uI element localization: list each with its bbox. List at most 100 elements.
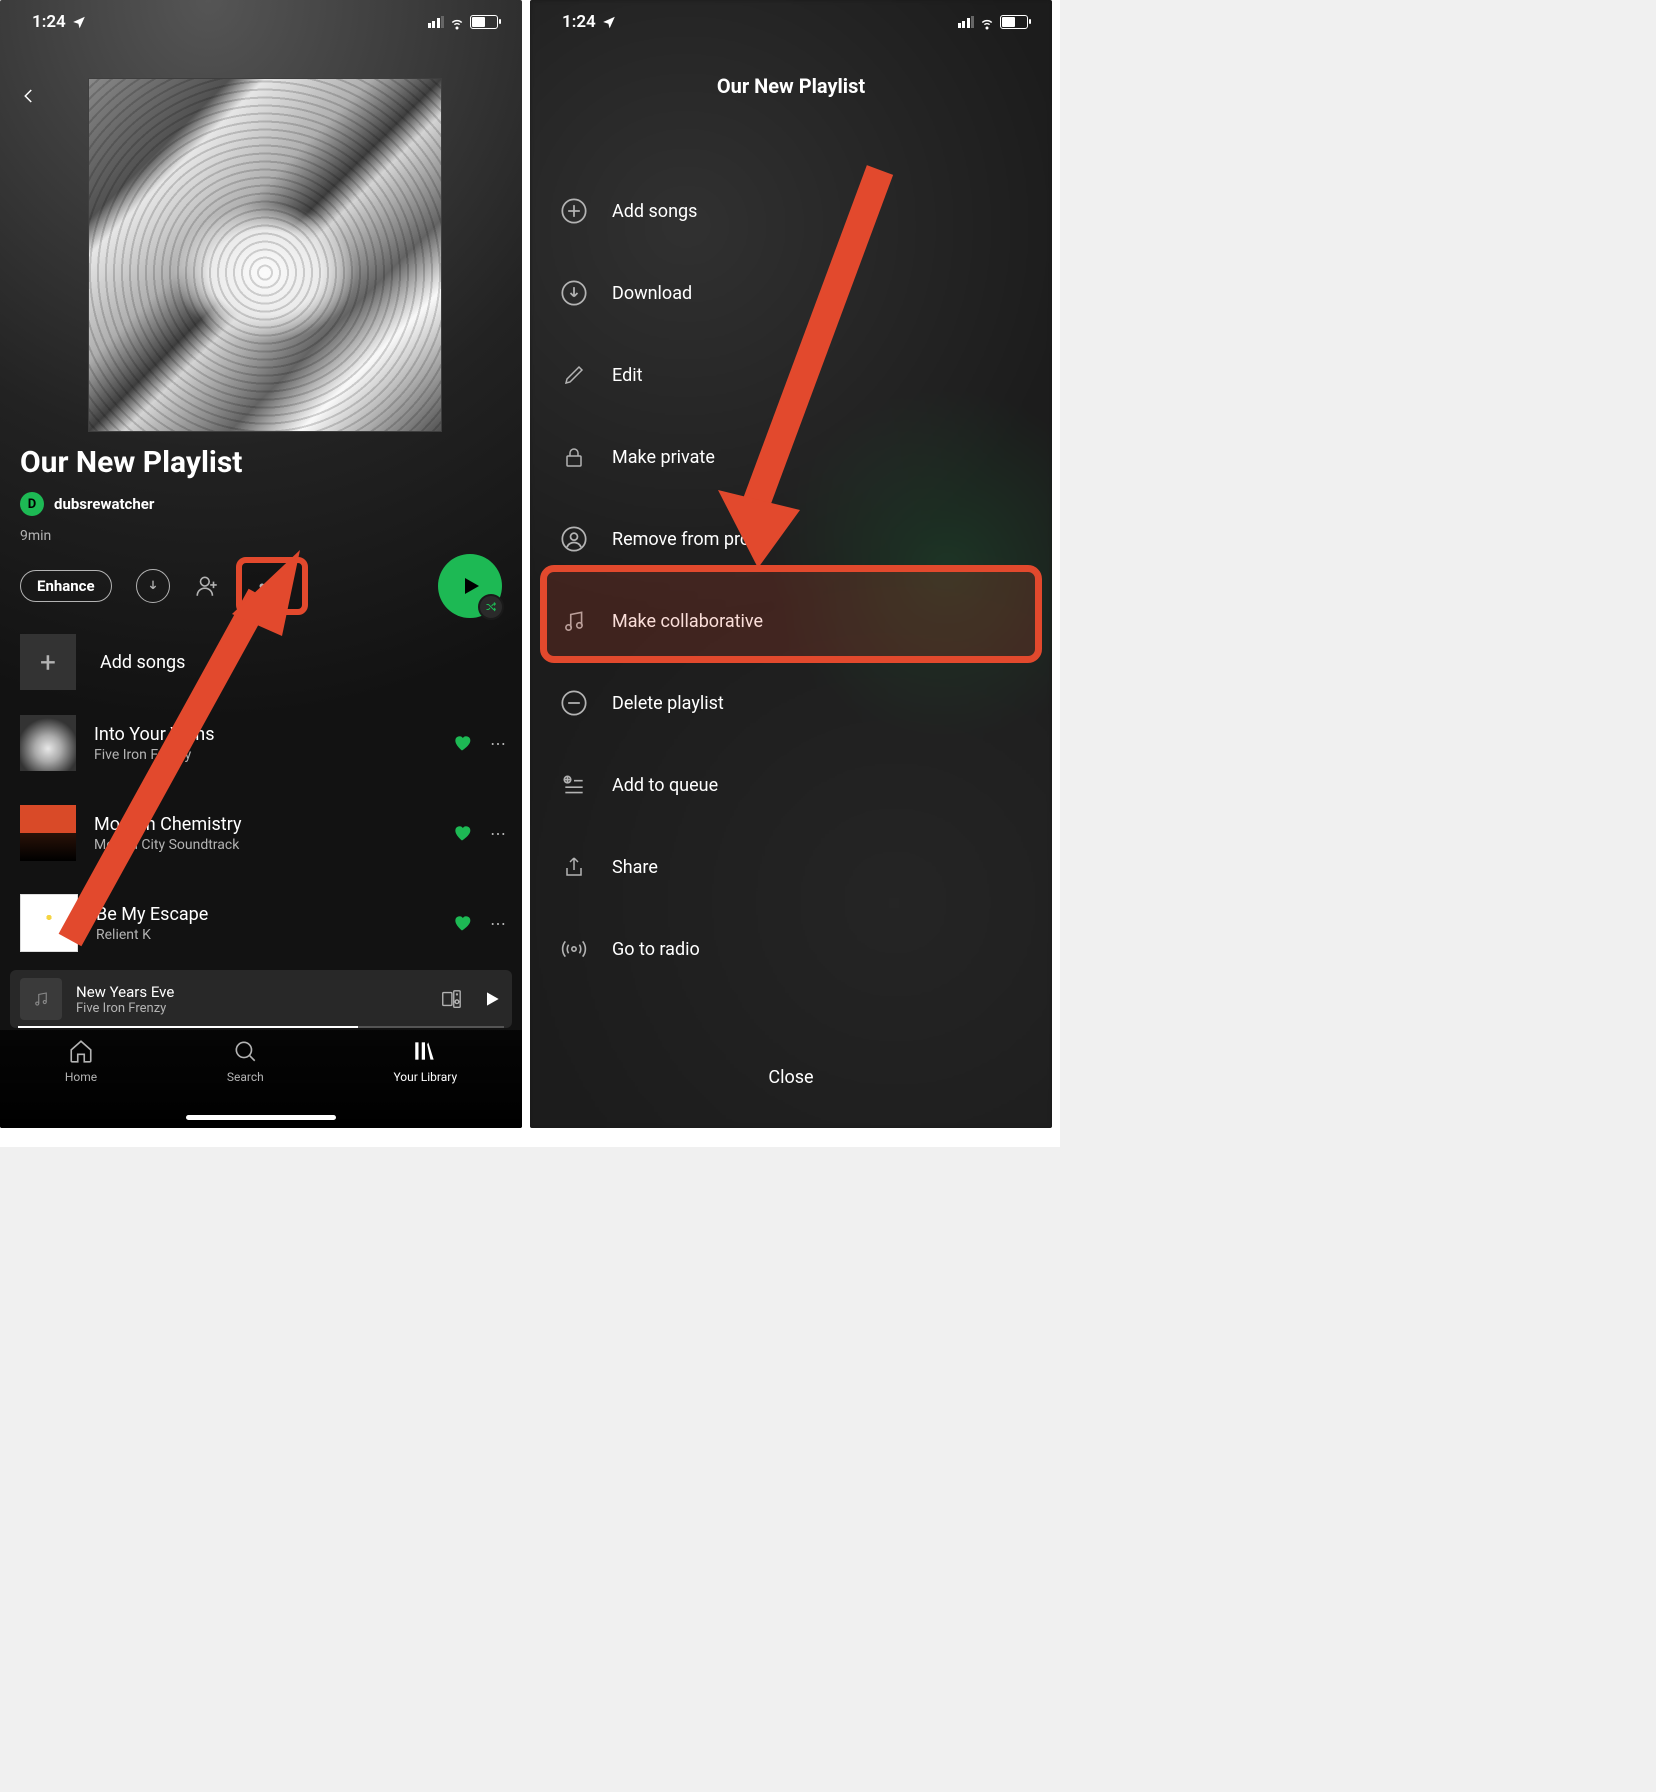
nav-home-label: Home: [65, 1070, 97, 1084]
phone-left-playlist-view: 1:24 Our New Playlist D dubsrewatcher 9m…: [0, 0, 522, 1128]
add-songs-row[interactable]: + Add songs: [20, 634, 185, 690]
track-art: [20, 715, 76, 771]
now-playing-info: New Years Eve Five Iron Frenzy: [76, 983, 440, 1016]
track-art: [20, 894, 78, 952]
now-playing-progress: [18, 1026, 504, 1028]
more-options-button-highlighted[interactable]: [236, 557, 308, 615]
right-content: 1:24 Our New Playlist Add songs: [530, 0, 1052, 1128]
shuffle-badge[interactable]: [478, 594, 504, 620]
menu-label: Remove from profile: [612, 529, 774, 550]
back-button[interactable]: [20, 82, 48, 110]
add-songs-plus-icon: +: [20, 634, 76, 690]
playlist-title: Our New Playlist: [20, 445, 242, 480]
bottom-nav: Home Search Your Library: [0, 1030, 522, 1128]
track-row-1[interactable]: Into Your Veins Five Iron Frenzy ⋯: [20, 710, 508, 776]
menu-make-private[interactable]: Make private: [560, 416, 1022, 498]
status-icons: [958, 13, 1029, 31]
menu-label: Delete playlist: [612, 693, 724, 714]
battery-icon: [1000, 15, 1028, 29]
track-info: Be My Escape Relient K: [96, 904, 452, 943]
track-row-3[interactable]: Be My Escape Relient K ⋯: [20, 890, 508, 956]
search-icon: [232, 1038, 258, 1064]
menu-add-songs[interactable]: Add songs: [560, 170, 1022, 252]
radio-icon: [560, 935, 588, 963]
menu-title: Our New Playlist: [530, 74, 1052, 98]
download-circle-icon: [560, 279, 588, 307]
library-icon: [412, 1038, 438, 1064]
cellular-signal-icon: [428, 16, 445, 28]
track-more-button[interactable]: ⋯: [490, 734, 508, 753]
menu-label: Download: [612, 283, 692, 304]
menu-edit[interactable]: Edit: [560, 334, 1022, 416]
person-circle-icon: [560, 525, 588, 553]
menu-share[interactable]: Share: [560, 826, 1022, 908]
context-menu: Add songs Download Edit Make private Rem…: [560, 170, 1022, 990]
track-artist: Motion City Soundtrack: [94, 837, 452, 853]
owner-avatar: D: [20, 492, 44, 516]
menu-label: Add songs: [612, 201, 697, 222]
track-artist: Relient K: [96, 927, 452, 943]
menu-add-to-queue[interactable]: Add to queue: [560, 744, 1022, 826]
wifi-icon: [978, 13, 996, 31]
track-row-2[interactable]: Modern Chemistry Motion City Soundtrack …: [20, 800, 508, 866]
shuffle-icon: [485, 601, 497, 613]
liked-heart-icon[interactable]: [452, 823, 472, 843]
track-info: Modern Chemistry Motion City Soundtrack: [94, 814, 452, 853]
track-more-button[interactable]: ⋯: [490, 914, 508, 933]
connect-device-icon[interactable]: [440, 988, 462, 1010]
share-icon: [560, 853, 588, 881]
now-playing-art: [20, 978, 62, 1020]
now-playing-bar[interactable]: New Years Eve Five Iron Frenzy: [10, 970, 512, 1028]
menu-label: Go to radio: [612, 939, 700, 960]
playlist-owner-row[interactable]: D dubsrewatcher: [20, 492, 154, 516]
screenshot-dual-phone: 1:24 Our New Playlist D dubsrewatcher 9m…: [0, 0, 1060, 1147]
queue-icon: [560, 771, 588, 799]
home-icon: [68, 1038, 94, 1064]
menu-download[interactable]: Download: [560, 252, 1022, 334]
track-artist: Five Iron Frenzy: [94, 747, 452, 763]
playlist-duration: 9min: [20, 528, 51, 544]
playlist-cover-art[interactable]: [88, 78, 442, 432]
menu-delete-playlist[interactable]: Delete playlist: [560, 662, 1022, 744]
track-title: Be My Escape: [96, 904, 452, 925]
status-time: 1:24: [32, 12, 66, 32]
menu-remove-from-profile[interactable]: Remove from profile: [560, 498, 1022, 580]
track-title: Modern Chemistry: [94, 814, 452, 835]
playlist-action-row: Enhance: [20, 556, 502, 616]
now-playing-artist: Five Iron Frenzy: [76, 1001, 440, 1016]
minus-circle-icon: [560, 689, 588, 717]
status-icons: [428, 13, 499, 31]
track-title: Into Your Veins: [94, 724, 452, 745]
liked-heart-icon[interactable]: [452, 913, 472, 933]
invite-collaborator-button[interactable]: [194, 573, 220, 599]
nav-home[interactable]: Home: [65, 1038, 97, 1084]
nav-search-label: Search: [227, 1070, 264, 1084]
menu-make-collaborative[interactable]: Make collaborative: [560, 580, 1022, 662]
location-arrow-icon: [72, 15, 86, 29]
music-note-icon: [32, 990, 50, 1008]
owner-name: dubsrewatcher: [54, 495, 154, 513]
menu-go-to-radio[interactable]: Go to radio: [560, 908, 1022, 990]
status-time-group: 1:24: [32, 12, 86, 32]
play-button[interactable]: [438, 554, 502, 618]
download-button[interactable]: [136, 569, 170, 603]
status-bar: 1:24: [530, 0, 1052, 44]
status-time-group: 1:24: [562, 12, 616, 32]
nav-library[interactable]: Your Library: [393, 1038, 457, 1084]
nav-search[interactable]: Search: [227, 1038, 264, 1084]
battery-icon: [470, 15, 498, 29]
enhance-button[interactable]: Enhance: [20, 570, 112, 602]
add-songs-label: Add songs: [100, 652, 185, 673]
menu-label: Share: [612, 857, 658, 878]
track-more-button[interactable]: ⋯: [490, 824, 508, 843]
liked-heart-icon[interactable]: [452, 733, 472, 753]
phone-right-menu-view: 1:24 Our New Playlist Add songs: [530, 0, 1052, 1128]
status-time: 1:24: [562, 12, 596, 32]
close-button[interactable]: Close: [530, 1067, 1052, 1088]
location-arrow-icon: [602, 15, 616, 29]
play-mini-button[interactable]: [482, 989, 502, 1009]
lock-icon: [560, 443, 588, 471]
plus-circle-icon: [560, 197, 588, 225]
status-bar: 1:24: [0, 0, 522, 44]
now-playing-title: New Years Eve: [76, 983, 440, 1001]
